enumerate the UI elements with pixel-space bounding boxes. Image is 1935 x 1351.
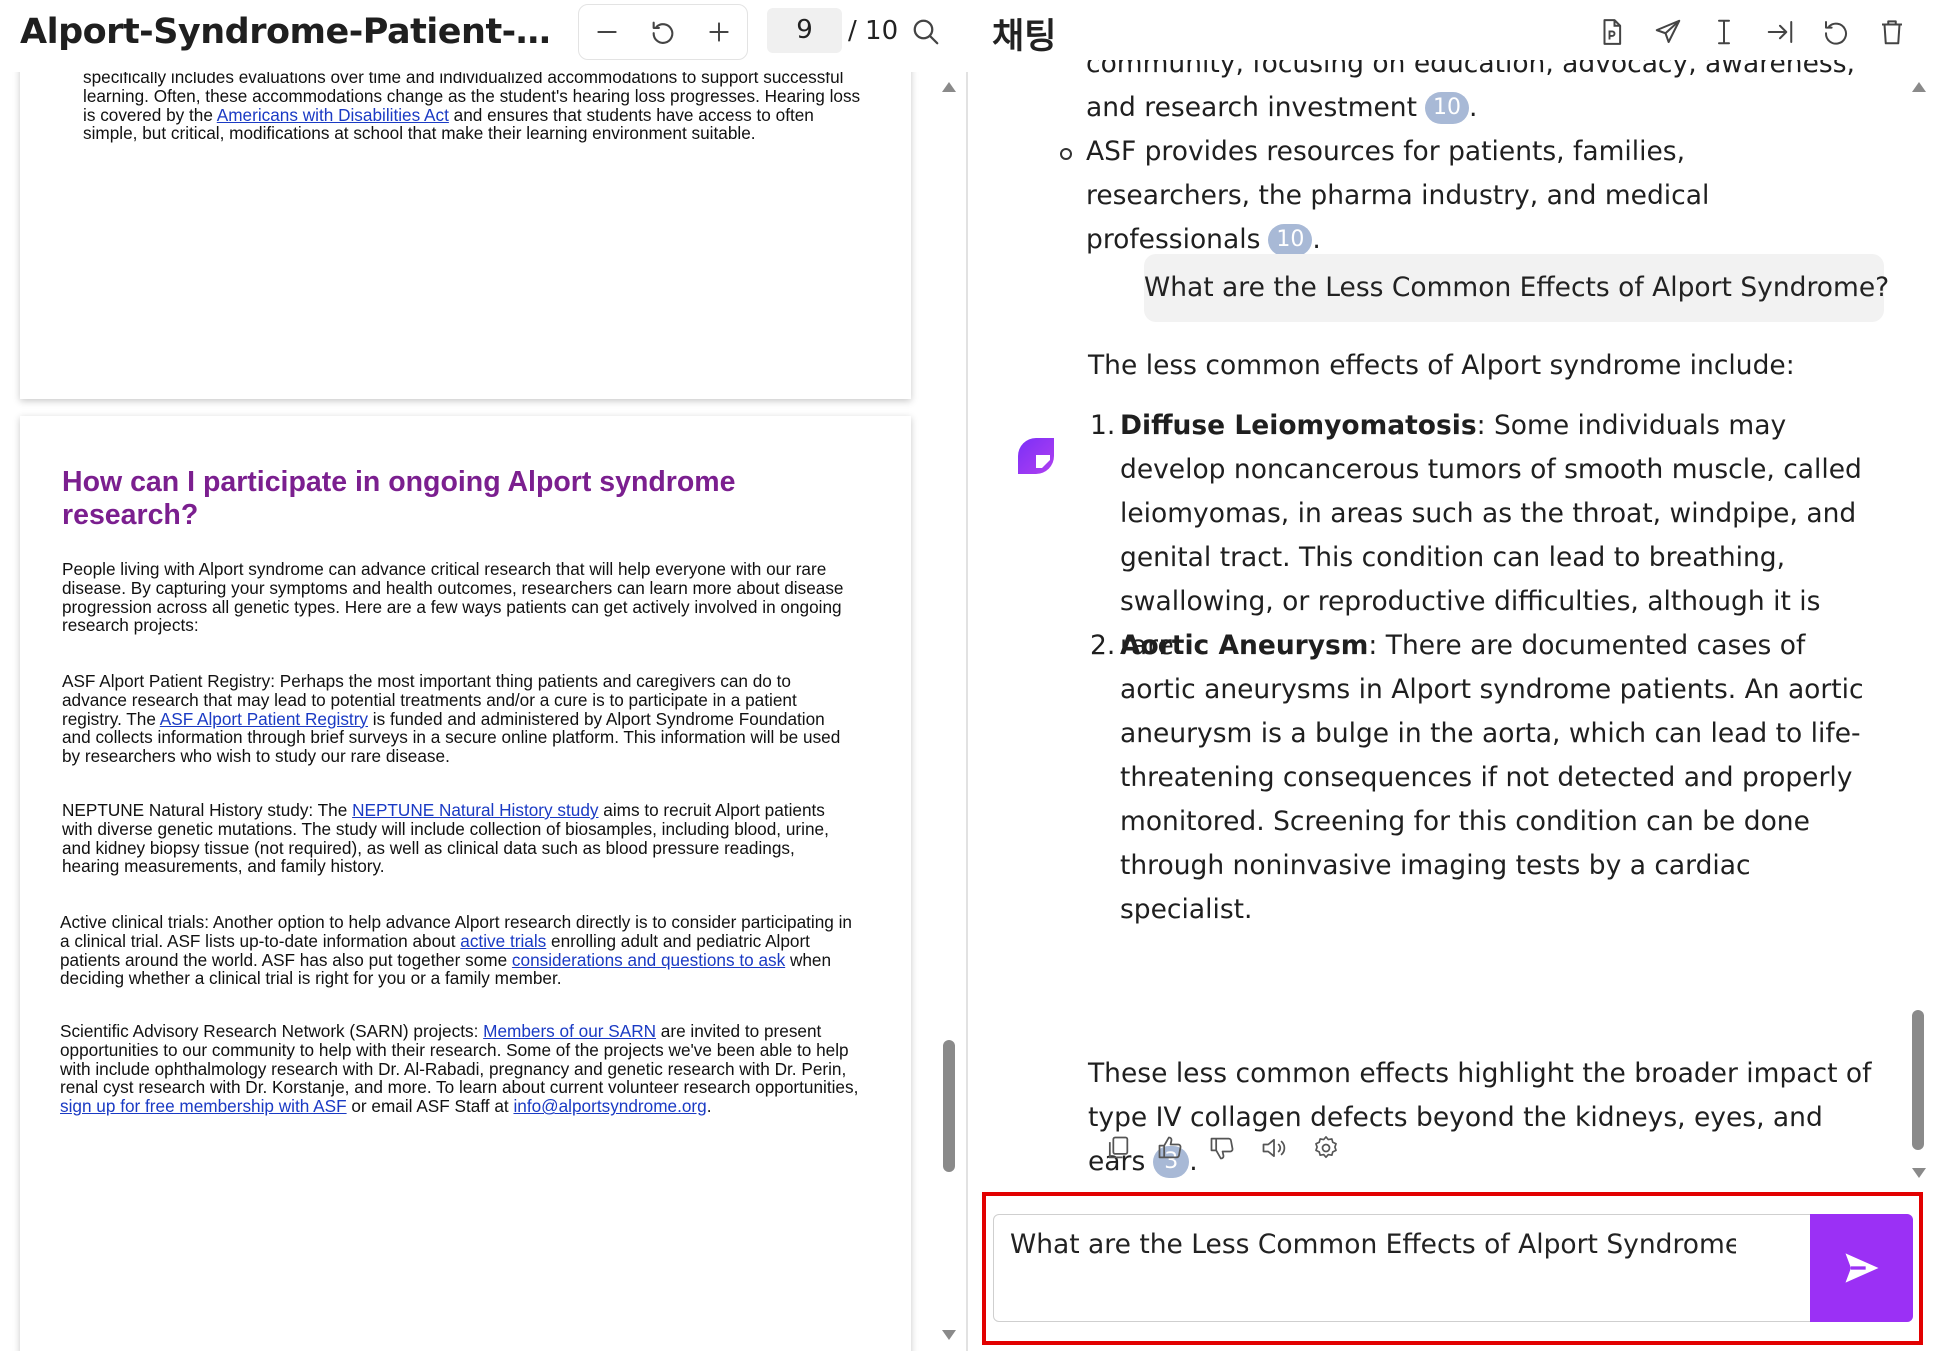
list-item: 2. Aortic Aneurysm: There are documented … <box>1090 624 1880 932</box>
thumbs-down-icon <box>1210 1137 1234 1160</box>
like-button[interactable] <box>1152 1130 1188 1166</box>
pdf-page-8: specifically includes evaluations over t… <box>20 72 911 399</box>
exit-icon <box>1767 21 1793 43</box>
chat-input[interactable] <box>1008 1225 1738 1264</box>
partial-line: community, focusing on education, advoca… <box>1086 60 1855 79</box>
trash-icon <box>1882 20 1902 45</box>
page-paragraph: specifically includes evaluations over t… <box>83 72 863 143</box>
scroll-down-arrow-icon[interactable] <box>941 1328 957 1342</box>
search-icon <box>913 19 939 45</box>
pdf-toolbar: Alport-Syndrome-Patient-Guide... 9 / 10 <box>0 0 968 72</box>
paragraph-text: People living with Alport syndrome can a… <box>62 559 844 636</box>
list-item-text: : There are documented cases of aortic a… <box>1120 630 1864 925</box>
zoom-in-icon <box>709 22 729 42</box>
scroll-up-arrow-icon[interactable] <box>1911 80 1927 94</box>
chat-scrollbar[interactable] <box>1908 80 1930 1185</box>
dislike-button[interactable] <box>1204 1130 1240 1166</box>
composer <box>993 1214 1913 1322</box>
citation-badge[interactable]: 10 <box>1268 224 1313 256</box>
chat-scroll-thumb[interactable] <box>1912 1010 1924 1150</box>
exit-button[interactable] <box>1758 10 1802 54</box>
registry-paragraph: ASF Alport Patient Registry: Perhaps the… <box>62 672 852 766</box>
send-button[interactable] <box>1810 1214 1913 1322</box>
send-plane-icon <box>1655 19 1681 43</box>
chat-title: 채팅 <box>992 17 1057 57</box>
hyperlink[interactable]: sign up for free membership with ASF <box>60 1096 347 1116</box>
pdf-document-view[interactable]: specifically includes evaluations over t… <box>0 72 968 1351</box>
paragraph-text: . <box>706 1096 712 1117</box>
pdf-scrollbar[interactable] <box>938 80 960 1348</box>
sarn-paragraph: Scientific Advisory Research Network (SA… <box>60 1022 860 1116</box>
hyperlink[interactable]: Members of our SARN <box>483 1021 656 1041</box>
bullet-circle-icon <box>1060 148 1072 160</box>
paragraph-text: Scientific Advisory Research Network (SA… <box>60 1021 484 1041</box>
intro-paragraph: People living with Alport syndrome can a… <box>62 560 852 635</box>
section-heading: How can I participate in ongoing Alport … <box>62 466 736 531</box>
export-pdf-button[interactable] <box>1590 10 1634 54</box>
pdf-export-icon <box>1603 19 1622 45</box>
answer-intro: The less common effects of Alport syndro… <box>1088 350 1795 381</box>
refresh-button[interactable] <box>1814 10 1858 54</box>
settings-icon <box>1315 1136 1337 1159</box>
chat-messages[interactable]: community, focusing on education, advoca… <box>968 60 1935 1182</box>
copy-button[interactable] <box>1100 1130 1136 1166</box>
hyperlink[interactable]: NEPTUNE Natural History study <box>352 800 598 820</box>
page-total-label: / 10 <box>848 16 899 46</box>
reset-zoom-button[interactable] <box>641 10 685 54</box>
zoom-out-icon <box>597 31 617 33</box>
scroll-up-arrow-icon[interactable] <box>941 80 957 94</box>
user-message-bubble: What are the Less Common Effects of Alpo… <box>1144 254 1889 322</box>
document-title: Alport-Syndrome-Patient-Guide... <box>20 12 572 52</box>
paragraph-text: NEPTUNE Natural History study: The <box>62 800 353 820</box>
copy-icon <box>1108 1136 1129 1159</box>
chat-toolbar <box>1590 10 1914 54</box>
paragraph-text: or email ASF Staff at <box>346 1096 514 1117</box>
text-cursor-icon <box>1718 19 1730 45</box>
reset-zoom-icon <box>652 21 674 44</box>
neptune-paragraph: NEPTUNE Natural History study: The NEPTU… <box>62 801 852 876</box>
search-button[interactable] <box>904 10 948 54</box>
refresh-icon <box>1824 21 1847 45</box>
pdf-scroll-thumb[interactable] <box>943 1040 955 1172</box>
hyperlink[interactable]: info@alportsyndrome.org <box>513 1096 706 1116</box>
bullet-item: and research investment 10. <box>1086 92 1478 124</box>
bullet-text: ASF provides resources for patients, fam… <box>1086 136 1710 255</box>
thumbs-up-icon <box>1158 1136 1182 1159</box>
scroll-down-arrow-icon[interactable] <box>1911 1166 1927 1180</box>
pdf-viewer-pane: Alport-Syndrome-Patient-Guide... 9 / 10 <box>0 0 968 1351</box>
bot-avatar-icon <box>1018 438 1054 474</box>
hyperlink[interactable]: ASF Alport Patient Registry <box>160 709 368 729</box>
bullet-text: and research investment <box>1086 92 1417 123</box>
hyperlink[interactable]: active trials <box>460 931 546 951</box>
clinical-trials-paragraph: Active clinical trials: Another option t… <box>60 913 860 988</box>
list-number: 2. <box>1090 630 1116 661</box>
zoom-out-button[interactable] <box>585 10 629 54</box>
text-select-button[interactable] <box>1702 10 1746 54</box>
chat-pane: 채팅 community, focusing on education, adv… <box>968 0 1935 1351</box>
zoom-controls <box>578 4 748 60</box>
zoom-in-button[interactable] <box>697 10 741 54</box>
message-actions <box>1100 1130 1344 1170</box>
app-window: Alport-Syndrome-Patient-Guide... 9 / 10 <box>0 0 1935 1351</box>
read-aloud-button[interactable] <box>1256 1130 1292 1166</box>
list-item-term: Diffuse Leiomyomatosis <box>1120 410 1477 441</box>
pdf-page-9: How can I participate in ongoing Alport … <box>20 416 911 1351</box>
hyperlink[interactable]: considerations and questions to ask <box>512 950 785 970</box>
bullet-item: ASF provides resources for patients, fam… <box>1060 130 1846 262</box>
delete-button[interactable] <box>1870 10 1914 54</box>
list-number: 1. <box>1090 410 1116 441</box>
citation-badge[interactable]: 10 <box>1425 92 1469 124</box>
speaker-icon <box>1262 1138 1286 1158</box>
list-item-term: Aortic Aneurysm <box>1120 630 1369 661</box>
page-number-input[interactable]: 9 <box>767 8 842 53</box>
hyperlink[interactable]: Americans with Disabilities Act <box>217 105 449 125</box>
send-arrow-icon <box>1845 1253 1878 1283</box>
share-button[interactable] <box>1646 10 1690 54</box>
settings-button[interactable] <box>1308 1130 1344 1166</box>
